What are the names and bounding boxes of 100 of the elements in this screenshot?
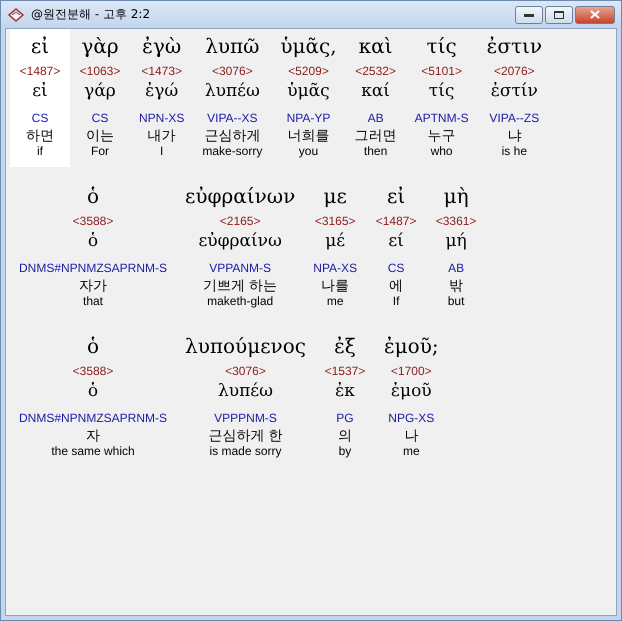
strong-number: <5101> bbox=[421, 63, 462, 79]
english-gloss: me bbox=[402, 444, 420, 459]
parsing-code: CS bbox=[92, 110, 108, 127]
strong-number: <2532> bbox=[355, 63, 396, 79]
parsing-code: NPG-XS bbox=[388, 410, 434, 427]
greek-word: λυπούμενος bbox=[185, 333, 306, 360]
minimize-icon bbox=[524, 12, 534, 16]
parsing-code: AB bbox=[448, 260, 464, 277]
word-column[interactable]: ἐστιν <2076> ἐστίν VIPA--ZS 냐 is he bbox=[478, 29, 552, 167]
greek-word: τίς bbox=[426, 33, 457, 60]
word-column[interactable]: εἰ <1487> εἰ CS 하면 if bbox=[10, 29, 70, 167]
word-column[interactable]: ὁ <3588> ὁ DNMS#NPNMZSAPRNM-S 자 the same which bbox=[10, 329, 176, 467]
english-gloss: is he bbox=[502, 144, 527, 159]
maximize-icon bbox=[554, 10, 564, 18]
word-column[interactable]: τίς <5101> τίς APTNM-S 누구 who bbox=[406, 29, 478, 167]
greek-word: καὶ bbox=[358, 33, 393, 60]
korean-gloss: 나를 bbox=[321, 277, 350, 294]
minimize-button[interactable] bbox=[515, 6, 543, 24]
lemma-word: τίς bbox=[428, 80, 454, 103]
parsing-code: VIPA--ZS bbox=[489, 110, 540, 127]
korean-gloss: 누구 bbox=[428, 127, 456, 144]
greek-word: ὑμᾶς, bbox=[280, 33, 337, 60]
english-gloss: you bbox=[298, 144, 318, 159]
strong-number: <1537> bbox=[324, 363, 366, 379]
close-button[interactable] bbox=[575, 6, 615, 24]
strong-number: <5209> bbox=[288, 63, 329, 79]
word-column[interactable]: μὴ <3361> μή AB 밖 but bbox=[426, 179, 486, 317]
korean-gloss: 하면 bbox=[26, 127, 54, 144]
greek-word: ἐστιν bbox=[486, 33, 542, 60]
english-gloss: make-sorry bbox=[202, 144, 262, 159]
strong-number: <2076> bbox=[494, 63, 535, 79]
parsing-code: NPA-XS bbox=[313, 260, 358, 277]
lemma-word: καί bbox=[361, 80, 390, 103]
parsing-code: VPPANM-S bbox=[209, 260, 272, 277]
korean-gloss: 너희를 bbox=[287, 127, 330, 144]
strong-number: <3361> bbox=[436, 213, 476, 229]
word-column[interactable]: ὁ <3588> ὁ DNMS#NPNMZSAPRNM-S 자가 that bbox=[10, 179, 176, 317]
english-gloss: me bbox=[326, 294, 344, 309]
strong-number: <1487> bbox=[376, 213, 416, 229]
parsing-code: CS bbox=[32, 110, 48, 127]
english-gloss: I bbox=[160, 144, 164, 159]
parsing-code: DNMS#NPNMZSAPRNM-S bbox=[19, 410, 168, 427]
strong-number: <3076> bbox=[212, 63, 253, 79]
parsing-code: CS bbox=[388, 260, 404, 277]
word-column[interactable]: ἐγὼ <1473> ἐγώ NPN-XS 내가 I bbox=[130, 29, 194, 167]
lemma-word: ὑμᾶς bbox=[287, 80, 330, 103]
word-column[interactable]: ὑμᾶς, <5209> ὑμᾶς NPA-YP 너희를 you bbox=[271, 29, 346, 167]
greek-word: εἰ bbox=[30, 33, 50, 60]
strong-number: <3076> bbox=[225, 363, 266, 379]
lemma-word: λυπέω bbox=[218, 380, 273, 403]
lemma-word: εί bbox=[388, 230, 404, 253]
korean-gloss: 밖 bbox=[449, 277, 464, 294]
word-column[interactable]: με <3165> μέ NPA-XS 나를 me bbox=[304, 179, 366, 317]
korean-gloss: 근심하게 bbox=[204, 127, 260, 144]
english-gloss: that bbox=[83, 294, 104, 309]
word-column[interactable]: ἐξ <1537> ἐκ PG 의 by bbox=[314, 329, 375, 467]
english-gloss: then bbox=[364, 144, 388, 159]
strong-number: <2165> bbox=[220, 213, 260, 229]
parsing-code: APTNM-S bbox=[414, 110, 469, 127]
lemma-word: ὁ bbox=[88, 230, 98, 253]
korean-gloss: 근심하게 한 bbox=[208, 427, 282, 444]
word-column[interactable]: εἰ <1487> εί CS 에 If bbox=[366, 179, 426, 317]
lemma-word: ἐστίν bbox=[490, 80, 538, 103]
greek-word: εἰ bbox=[386, 183, 406, 210]
greek-word: ὁ bbox=[86, 183, 100, 210]
word-column[interactable]: καὶ <2532> καί AB 그러면 then bbox=[346, 29, 406, 167]
parsing-code: VIPA--XS bbox=[207, 110, 258, 127]
maximize-button[interactable] bbox=[545, 6, 573, 24]
lemma-word: εἰ bbox=[32, 80, 48, 103]
english-gloss: For bbox=[91, 144, 109, 159]
english-gloss: maketh-glad bbox=[207, 294, 274, 309]
lemma-word: ἐμοῦ bbox=[390, 380, 432, 403]
greek-word: γὰρ bbox=[81, 33, 119, 60]
close-icon bbox=[590, 10, 600, 19]
word-column[interactable]: εὐφραίνων <2165> εὐφραίνω VPPANM-S 기쁘게 하는 maketh-glad bbox=[176, 179, 304, 317]
word-column[interactable]: γὰρ <1063> γάρ CS 이는 For bbox=[70, 29, 130, 167]
parsing-code: PG bbox=[336, 410, 354, 427]
word-column[interactable]: λυπῶ <3076> λυπέω VIPA--XS 근심하게 make-sorry bbox=[193, 29, 272, 167]
korean-gloss: 자가 bbox=[79, 277, 107, 294]
korean-gloss: 내가 bbox=[148, 127, 176, 144]
word-column[interactable]: λυπούμενος <3076> λυπέω VPPPNM-S 근심하게 한 is made sorry bbox=[176, 329, 315, 467]
english-gloss: who bbox=[430, 144, 453, 159]
korean-gloss: 냐 bbox=[507, 127, 522, 144]
parsing-code: VPPPNM-S bbox=[214, 410, 277, 427]
english-gloss: by bbox=[338, 444, 352, 459]
strong-number: <1487> bbox=[20, 63, 60, 79]
parsing-code: NPA-YP bbox=[286, 110, 330, 127]
greek-word: μὴ bbox=[444, 183, 469, 210]
korean-gloss: 기쁘게 하는 bbox=[203, 277, 278, 294]
greek-word: με bbox=[324, 183, 347, 210]
korean-gloss: 에 bbox=[389, 277, 404, 294]
korean-gloss: 이는 bbox=[86, 127, 114, 144]
korean-gloss: 그러면 bbox=[354, 127, 397, 144]
greek-word: ἐμοῦ; bbox=[384, 333, 439, 360]
english-gloss: if bbox=[37, 144, 43, 159]
lemma-word: ἐκ bbox=[335, 380, 355, 403]
korean-gloss: 의 bbox=[338, 427, 352, 444]
lemma-word: εὐφραίνω bbox=[198, 230, 282, 253]
word-column[interactable]: ἐμοῦ; <1700> ἐμοῦ NPG-XS 나 me bbox=[374, 329, 448, 467]
greek-word: ἐγὼ bbox=[142, 33, 182, 60]
